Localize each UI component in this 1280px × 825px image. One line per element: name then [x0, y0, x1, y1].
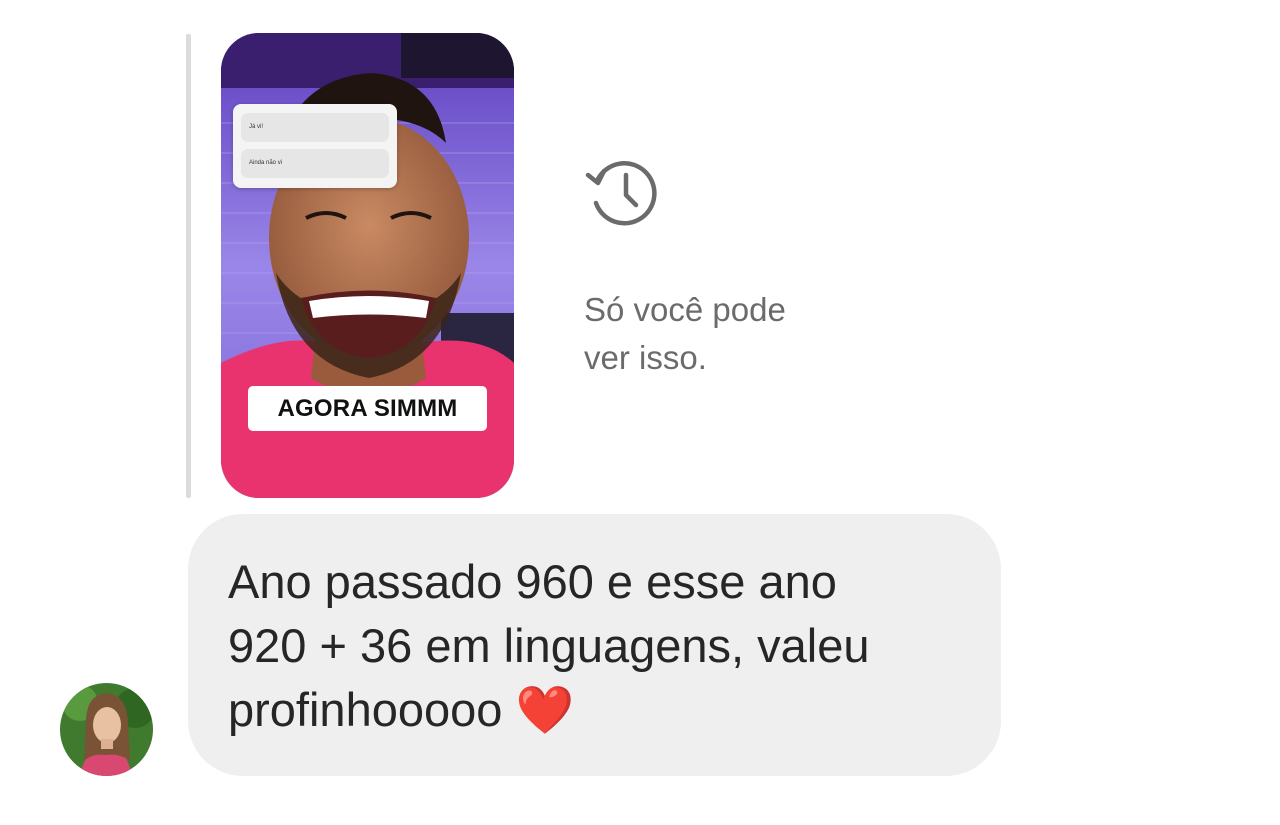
- poll-sticker: Já vi! Ainda não vi: [233, 104, 397, 188]
- message-bubble[interactable]: Ano passado 960 e esse ano 920 + 36 em l…: [188, 514, 1001, 776]
- poll-option-1: Já vi!: [241, 113, 389, 142]
- story-caption: AGORA SIMMM: [248, 386, 487, 431]
- story-reply-preview[interactable]: Já vi! Ainda não vi AGORA SIMMM: [221, 33, 514, 498]
- dm-thread: Já vi! Ainda não vi AGORA SIMMM Só você …: [0, 0, 1280, 825]
- poll-option-2: Ainda não vi: [241, 149, 389, 178]
- avatar[interactable]: [60, 683, 153, 776]
- reply-quote-bar: [186, 34, 191, 498]
- expired-story-message: Só você pode ver isso.: [584, 291, 786, 376]
- profile-photo: [60, 683, 153, 776]
- history-icon: [585, 161, 657, 226]
- message-text: Ano passado 960 e esse ano 920 + 36 em l…: [228, 555, 870, 736]
